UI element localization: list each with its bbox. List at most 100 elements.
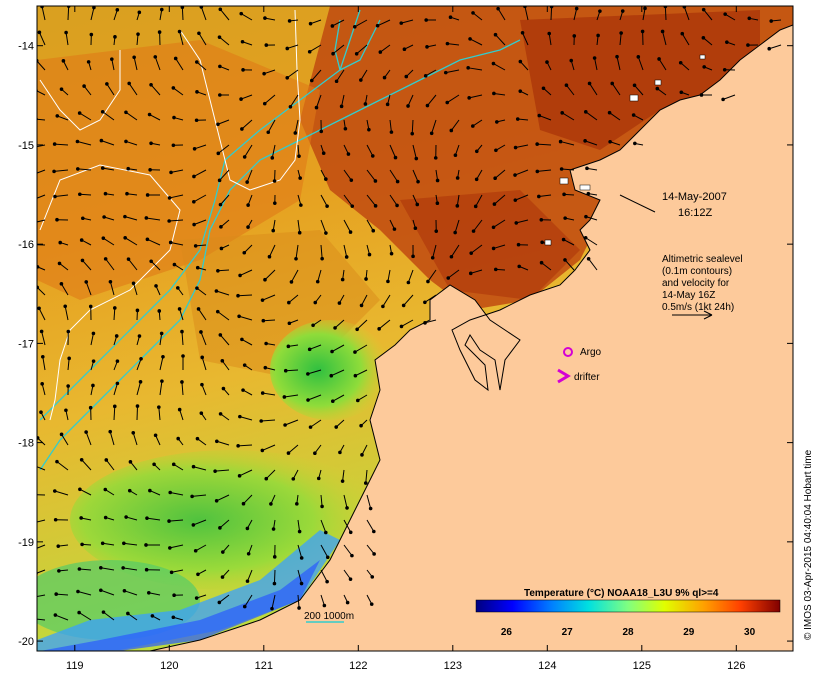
velocity-arrow-head bbox=[30, 522, 33, 525]
velocity-arrow-head bbox=[246, 203, 250, 207]
velocity-arrow-head bbox=[334, 79, 339, 84]
velocity-arrow bbox=[67, 6, 70, 21]
velocity-arrow-head bbox=[399, 324, 404, 329]
velocity-arrow-head bbox=[112, 306, 117, 310]
velocity-arrow-head bbox=[518, 59, 523, 64]
velocity-arrow-head bbox=[468, 271, 473, 276]
velocity-arrow-head bbox=[217, 35, 222, 39]
drifter-label: drifter bbox=[574, 372, 600, 383]
velocity-arrow-head bbox=[150, 614, 155, 618]
velocity-arrow-head bbox=[101, 236, 106, 240]
velocity-arrow-head bbox=[721, 97, 725, 102]
velocity-arrow-head bbox=[446, 276, 451, 280]
velocity-arrow-head bbox=[152, 462, 156, 467]
velocity-arrow-head bbox=[91, 383, 95, 388]
velocity-arrow-head bbox=[471, 11, 475, 15]
velocity-arrow-head bbox=[430, 255, 435, 260]
time-label: 16:12Z bbox=[678, 207, 713, 219]
lat-tick-label: -15 bbox=[18, 140, 34, 152]
velocity-arrow-head bbox=[369, 602, 374, 606]
velocity-arrow-head bbox=[177, 29, 182, 34]
velocity-arrow-head bbox=[236, 293, 240, 298]
velocity-arrow-head bbox=[124, 139, 128, 144]
velocity-arrow-head bbox=[168, 546, 172, 550]
velocity-arrow-head bbox=[631, 113, 636, 117]
velocity-arrow-head bbox=[32, 464, 35, 467]
velocity-arrow-head bbox=[30, 493, 33, 496]
velocity-arrow-head bbox=[569, 58, 574, 63]
velocity-arrow-head bbox=[99, 565, 103, 570]
velocity-arrow-head bbox=[330, 24, 335, 28]
altimetry-line-5: 0.5m/s (1kt 24h) bbox=[662, 302, 734, 313]
velocity-arrow bbox=[181, 7, 184, 21]
velocity-arrow-head bbox=[415, 202, 420, 207]
velocity-arrow-head bbox=[426, 279, 430, 284]
velocity-arrow-head bbox=[545, 60, 549, 64]
velocity-arrow-head bbox=[53, 613, 58, 617]
velocity-arrow-head bbox=[63, 304, 68, 309]
velocity-arrow-head bbox=[592, 56, 597, 60]
velocity-arrow-head bbox=[246, 551, 251, 556]
velocity-arrow-head bbox=[220, 359, 225, 363]
lat-tick-label: -20 bbox=[18, 636, 34, 648]
velocity-arrow-head bbox=[66, 384, 70, 388]
velocity-arrow-head bbox=[370, 154, 375, 158]
velocity-arrow-head bbox=[340, 277, 345, 282]
velocity-arrow-head bbox=[31, 174, 34, 177]
lat-tick-label: -14 bbox=[18, 41, 34, 53]
velocity-arrow-head bbox=[190, 494, 194, 499]
velocity-arrow-head bbox=[433, 156, 438, 160]
velocity-arrow-head bbox=[260, 448, 265, 453]
velocity-arrow-head bbox=[473, 204, 478, 209]
velocity-arrow-head bbox=[701, 36, 706, 40]
velocity-arrow-head bbox=[92, 6, 96, 10]
velocity-arrow-head bbox=[513, 145, 518, 150]
velocity-arrow-head bbox=[241, 388, 245, 392]
velocity-arrow-head bbox=[159, 331, 164, 336]
velocity-arrow-head bbox=[148, 168, 152, 172]
velocity-arrow-head bbox=[58, 240, 63, 245]
velocity-arrow-head bbox=[213, 469, 217, 473]
velocity-arrow-head bbox=[131, 430, 136, 435]
velocity-arrow-head bbox=[263, 16, 267, 20]
velocity-arrow-head bbox=[367, 127, 371, 132]
velocity-arrow-head bbox=[389, 251, 394, 256]
colorbar-tick-label: 29 bbox=[683, 627, 695, 638]
velocity-arrow-head bbox=[425, 103, 430, 108]
velocity-arrow-head bbox=[348, 577, 353, 581]
velocity-arrow-head bbox=[429, 131, 434, 136]
velocity-arrow-head bbox=[406, 104, 410, 108]
velocity-arrow-head bbox=[132, 55, 136, 60]
velocity-arrow-head bbox=[425, 45, 429, 49]
velocity-arrow-head bbox=[359, 423, 363, 428]
velocity-arrow bbox=[550, 6, 553, 21]
velocity-arrow-head bbox=[297, 154, 301, 158]
velocity-arrow-head bbox=[455, 204, 460, 208]
velocity-arrow-head bbox=[220, 575, 225, 579]
velocity-arrow-head bbox=[169, 570, 174, 575]
velocity-arrow-head bbox=[177, 407, 182, 412]
velocity-arrow-head bbox=[514, 221, 519, 225]
velocity-arrow-head bbox=[264, 476, 269, 481]
velocity-arrow-head bbox=[340, 479, 345, 483]
velocity-arrow-head bbox=[31, 199, 34, 202]
velocity-arrow-head bbox=[494, 148, 498, 153]
velocity-arrow-head bbox=[286, 451, 291, 455]
velocity-arrow-head bbox=[100, 541, 105, 546]
velocity-arrow-head bbox=[359, 303, 364, 308]
velocity-arrow-head bbox=[239, 11, 244, 16]
velocity-arrow-head bbox=[309, 78, 314, 83]
velocity-arrow-head bbox=[289, 280, 294, 284]
velocity-arrow-head bbox=[55, 114, 60, 118]
velocity-arrow-head bbox=[272, 555, 277, 559]
velocity-arrow-head bbox=[79, 516, 83, 520]
sst-map: -14 -15 -16 -17 -18 -19 -20 119 120 121 122 123 124… bbox=[18, 5, 814, 672]
velocity-arrow-head bbox=[372, 552, 376, 556]
velocity-arrow-head bbox=[124, 515, 128, 519]
velocity-arrow-head bbox=[196, 307, 201, 311]
velocity-arrow-head bbox=[84, 430, 88, 434]
velocity-arrow-head bbox=[195, 60, 199, 64]
velocity-arrow-head bbox=[172, 262, 177, 267]
velocity-arrow-head bbox=[167, 519, 171, 523]
velocity-arrow-head bbox=[56, 544, 61, 548]
